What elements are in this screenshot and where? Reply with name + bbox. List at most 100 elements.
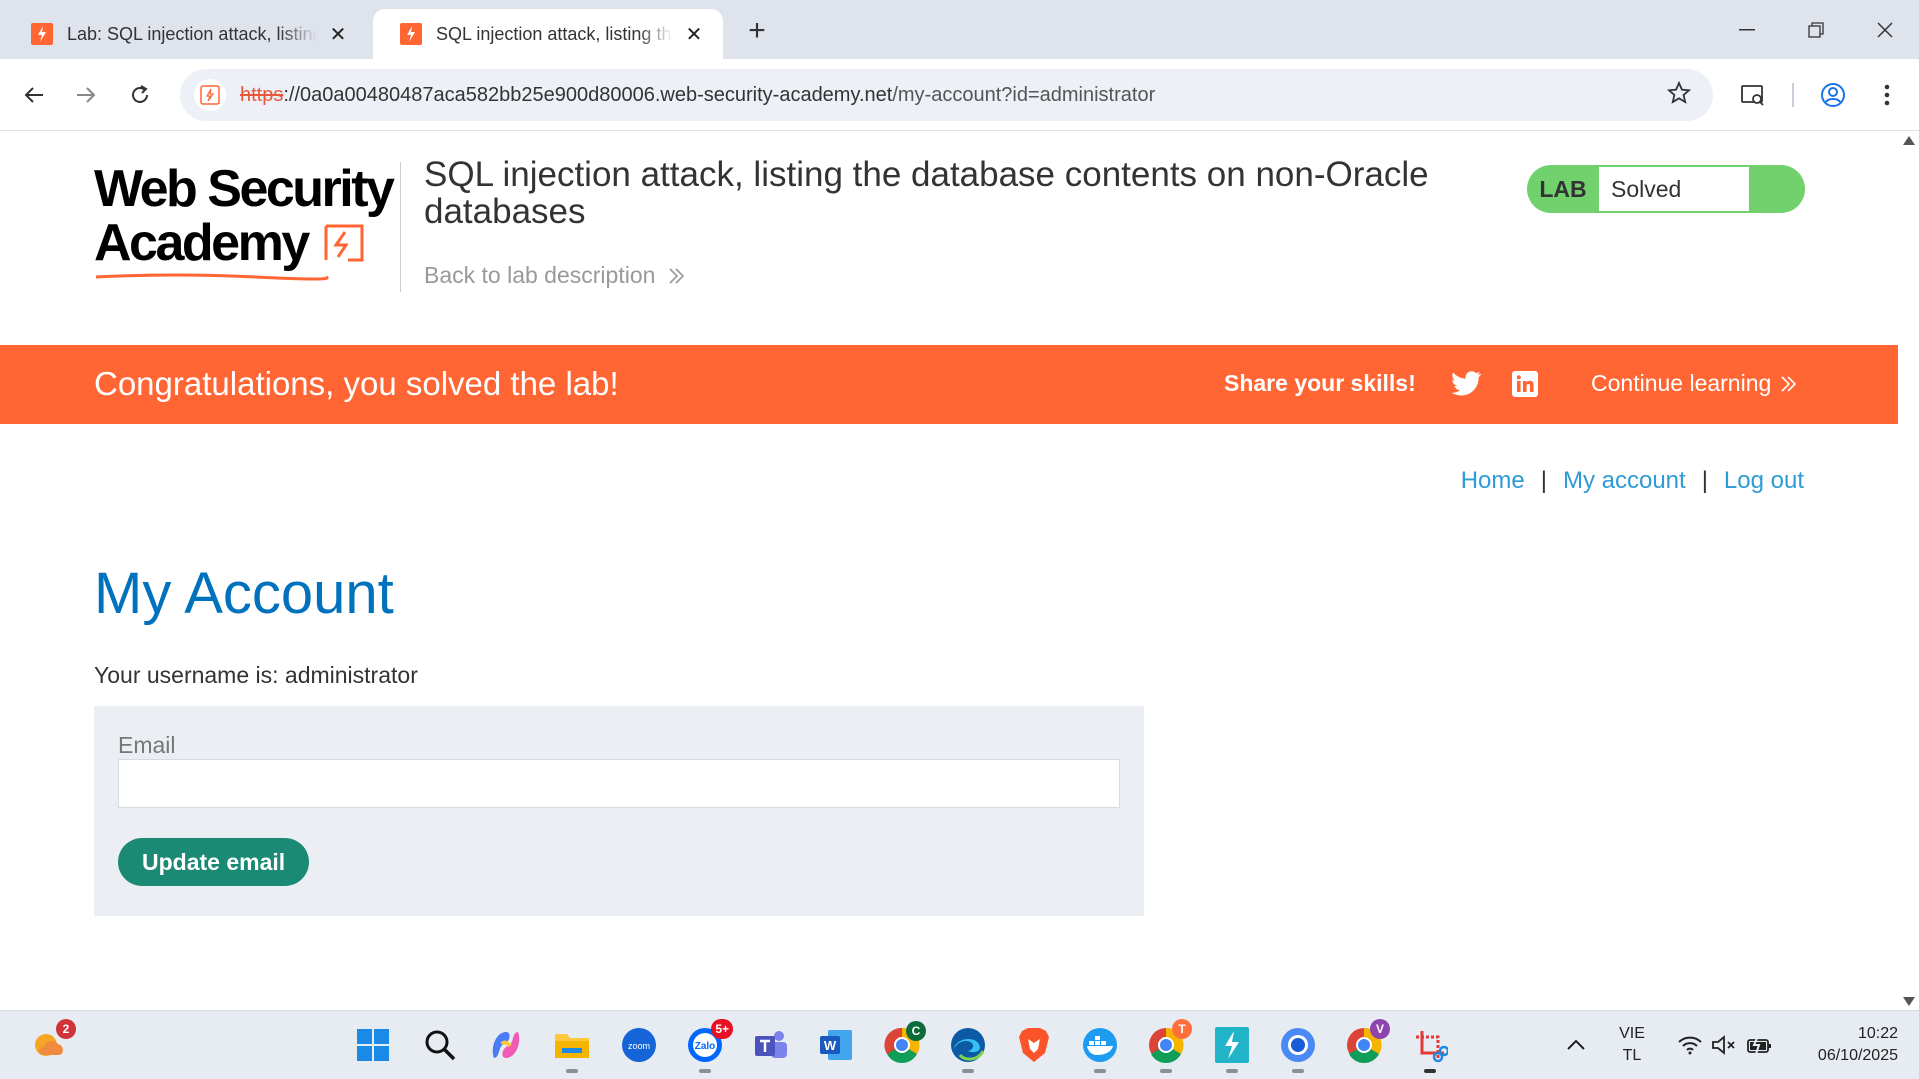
chrome-profile-t-icon[interactable]: T: [1146, 1019, 1192, 1073]
reload-icon[interactable]: [120, 75, 160, 115]
nav-home-link[interactable]: Home: [1461, 467, 1525, 495]
tab-lab-description[interactable]: Lab: SQL injection attack, listing the d…: [4, 9, 367, 59]
minimize-icon[interactable]: [1724, 10, 1770, 50]
input-language-indicator[interactable]: VIE TL: [1614, 1023, 1650, 1067]
zoom-icon[interactable]: zoom: [619, 1025, 659, 1065]
update-email-button[interactable]: Update email: [118, 838, 310, 886]
web-security-academy-logo[interactable]: Web Security Academy: [94, 162, 400, 282]
clock-time: 10:22: [1857, 1025, 1898, 1042]
docker-icon[interactable]: [1080, 1025, 1120, 1073]
url-host: ://0a0a00480487aca582bb25e900d80006.web-…: [283, 83, 893, 106]
continue-learning-link[interactable]: Continue learning: [1591, 370, 1797, 397]
url-path: /my-account?id=administrator: [892, 83, 1156, 106]
back-link-label: Back to lab description: [424, 262, 656, 288]
volume-muted-icon[interactable]: [1704, 1025, 1744, 1065]
clock-date: 06/10/2025: [1817, 1047, 1898, 1064]
screen: { "browser": { "tabs": [ {"title": "Lab:…: [0, 0, 1919, 1079]
search-icon[interactable]: [420, 1025, 460, 1065]
running-indicator: [1094, 1069, 1106, 1073]
battery-charging-icon[interactable]: [1740, 1025, 1780, 1065]
new-tab-button[interactable]: +: [740, 14, 774, 48]
clock[interactable]: 10:22 06/10/2025: [1788, 1023, 1898, 1067]
copilot-icon[interactable]: [486, 1025, 526, 1065]
back-to-lab-link[interactable]: Back to lab description: [424, 262, 685, 289]
status-value: Solved: [1599, 167, 1749, 211]
nav-logout-link[interactable]: Log out: [1724, 467, 1804, 495]
running-indicator: [699, 1069, 711, 1073]
scroll-down-arrow-icon[interactable]: [1903, 997, 1915, 1006]
browser-toolbar: https://0a0a00480487aca582bb25e900d80006…: [0, 59, 1919, 131]
running-indicator: [962, 1069, 974, 1073]
snipping-tool-icon[interactable]: [1410, 1025, 1450, 1073]
chrome-profile-v-icon[interactable]: V: [1344, 1019, 1390, 1065]
running-indicator: [1160, 1069, 1172, 1073]
share-skills-label: Share your skills!: [1224, 370, 1416, 396]
teams-icon[interactable]: [751, 1025, 791, 1065]
running-indicator: [1226, 1069, 1238, 1073]
portswigger-favicon-icon: [30, 22, 54, 46]
page-title: My Account: [94, 561, 394, 626]
status-lab-label: LAB: [1539, 175, 1587, 202]
nav-separator: |: [1540, 467, 1547, 494]
chevron-up-icon[interactable]: [1556, 1025, 1596, 1065]
header-divider: [400, 162, 401, 292]
forward-arrow-icon[interactable]: [66, 75, 106, 115]
brave-icon[interactable]: [1014, 1025, 1054, 1065]
congratulations-message: Congratulations, you solved the lab!: [94, 365, 619, 402]
profile-icon[interactable]: [1813, 75, 1853, 115]
scroll-up-arrow-icon[interactable]: [1903, 136, 1915, 145]
back-arrow-icon[interactable]: [14, 75, 54, 115]
top-navigation: Home | My account | Log out: [1461, 467, 1804, 495]
running-indicator: [1292, 1069, 1304, 1073]
weather-widget-icon[interactable]: 2: [28, 1019, 76, 1065]
zalo-badge: 5+: [711, 1019, 733, 1039]
twitter-icon[interactable]: [1450, 367, 1484, 401]
tab-close-icon[interactable]: ✕: [327, 23, 349, 46]
restore-icon[interactable]: [1793, 10, 1839, 50]
toolbar-divider: [1792, 83, 1794, 107]
tab-strip: Lab: SQL injection attack, listing the d…: [0, 0, 1919, 59]
chromium-icon[interactable]: [1278, 1025, 1318, 1073]
double-chevron-right-icon: [669, 267, 685, 284]
tab-close-icon[interactable]: ✕: [683, 23, 705, 46]
continue-learning-label: Continue learning: [1591, 370, 1772, 396]
bookmark-star-icon[interactable]: [1666, 80, 1692, 112]
svg-text:W: W: [824, 1038, 837, 1053]
linkedin-icon[interactable]: [1508, 367, 1542, 401]
chrome-t-badge: T: [1172, 1019, 1192, 1039]
burp-suite-icon[interactable]: [1212, 1025, 1252, 1073]
edge-icon[interactable]: [948, 1025, 988, 1073]
url-scheme: https: [240, 83, 284, 106]
weather-badge: 2: [56, 1019, 76, 1039]
svg-text:Zalo: Zalo: [695, 1041, 716, 1052]
address-bar[interactable]: https://0a0a00480487aca582bb25e900d80006…: [180, 69, 1713, 121]
web-page: Web Security Academy SQL injection attac…: [0, 132, 1898, 1010]
update-email-form: Email Update email: [94, 706, 1144, 916]
email-field[interactable]: [118, 759, 1120, 808]
nav-my-account-link[interactable]: My account: [1563, 467, 1686, 495]
running-indicator: [566, 1069, 578, 1073]
chrome-c-badge: C: [906, 1021, 926, 1041]
zalo-icon[interactable]: Zalo 5+: [685, 1019, 733, 1073]
file-explorer-icon[interactable]: [552, 1025, 592, 1073]
svg-text:zoom: zoom: [628, 1041, 650, 1051]
close-window-icon[interactable]: [1862, 10, 1908, 50]
chrome-v-badge: V: [1370, 1019, 1390, 1039]
tab-lab-active[interactable]: SQL injection attack, listing the databa…: [373, 9, 723, 59]
double-chevron-right-icon: [1781, 375, 1797, 392]
start-menu-icon[interactable]: [353, 1025, 393, 1065]
username-text: Your username is: administrator: [94, 662, 418, 688]
solved-banner: Congratulations, you solved the lab! Sha…: [0, 345, 1898, 424]
running-indicator: [1424, 1069, 1436, 1073]
chrome-profile-c-icon[interactable]: C: [882, 1021, 926, 1065]
cast-search-icon[interactable]: [1733, 75, 1773, 115]
page-scrollbar[interactable]: [1898, 132, 1919, 1010]
kebab-menu-icon[interactable]: [1867, 75, 1907, 115]
logo-bolt-icon: [324, 224, 364, 262]
keyboard-layout: TL: [1622, 1047, 1642, 1064]
email-label: Email: [118, 732, 176, 758]
word-icon[interactable]: W: [816, 1025, 856, 1065]
url-text[interactable]: https://0a0a00480487aca582bb25e900d80006…: [240, 84, 1155, 107]
site-info-icon[interactable]: [194, 79, 226, 111]
nav-separator: |: [1701, 467, 1708, 494]
